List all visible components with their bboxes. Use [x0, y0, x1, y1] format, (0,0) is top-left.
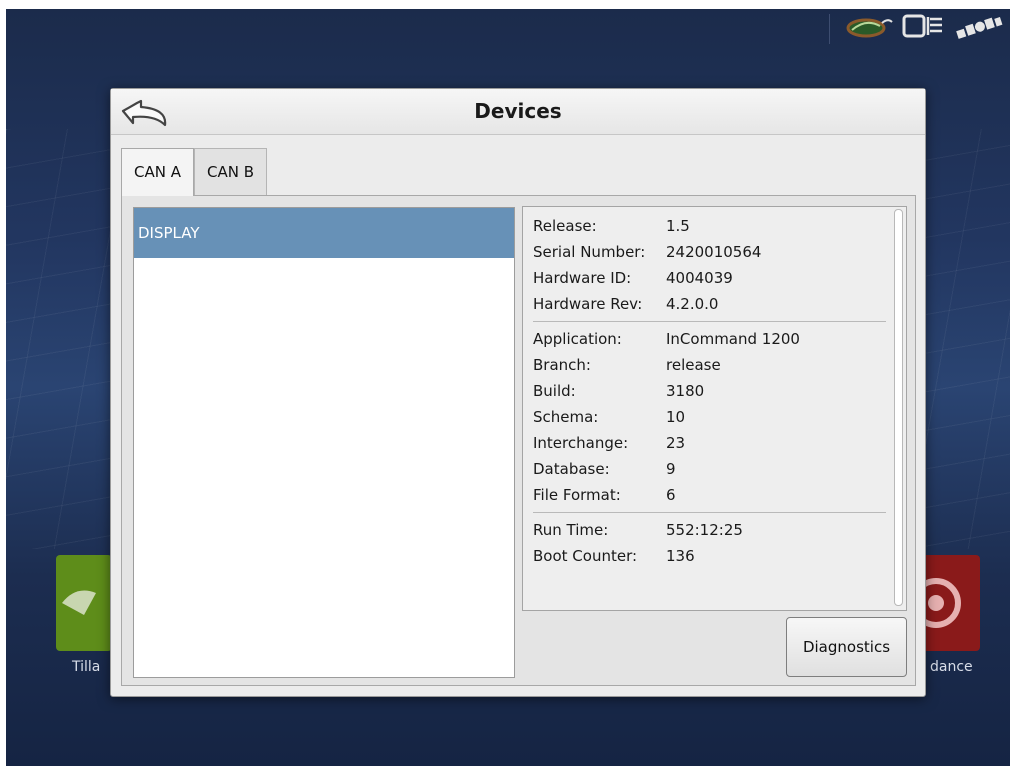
- file-format-label: File Format:: [533, 486, 621, 504]
- run-time-label: Run Time:: [533, 521, 609, 539]
- run-time-value: 552:12:25: [666, 521, 743, 539]
- release-row: Release: 1.5: [533, 213, 906, 239]
- database-value: 9: [666, 460, 676, 478]
- boot-counter-value: 136: [666, 547, 695, 565]
- schema-label: Schema:: [533, 408, 599, 426]
- tab-can-a[interactable]: CAN A: [121, 148, 194, 196]
- tillage-app-icon: [56, 555, 112, 651]
- database-row: Database: 9: [533, 456, 886, 482]
- serial-number-row: Serial Number: 2420010564: [533, 239, 906, 265]
- file-format-value: 6: [666, 486, 676, 504]
- serial-number-value: 2420010564: [666, 243, 762, 261]
- devices-dialog: Devices CAN A CAN B DISPLAY Release: 1.5…: [110, 88, 926, 697]
- software-info-section: Application: InCommand 1200 Branch: rele…: [533, 321, 886, 508]
- satellite-icon[interactable]: [954, 14, 1004, 44]
- info-scrollbar[interactable]: [894, 209, 903, 606]
- branch-value: release: [666, 356, 721, 374]
- can-tabs: CAN A CAN B: [121, 148, 268, 196]
- schema-value: 10: [666, 408, 686, 426]
- device-info-panel[interactable]: Release: 1.5 Serial Number: 2420010564 H…: [522, 206, 907, 611]
- schema-row: Schema: 10: [533, 404, 886, 430]
- build-row: Build: 3180: [533, 378, 886, 404]
- serial-number-label: Serial Number:: [533, 243, 646, 261]
- boot-counter-row: Boot Counter: 136: [533, 543, 886, 569]
- hardware-id-value: 4004039: [666, 269, 733, 287]
- interchange-label: Interchange:: [533, 434, 629, 452]
- application-value: InCommand 1200: [666, 330, 800, 348]
- guidance-app-label: dance: [930, 659, 973, 675]
- hardware-rev-value: 4.2.0.0: [666, 295, 719, 313]
- run-time-row: Run Time: 552:12:25: [533, 517, 886, 543]
- device-item-display[interactable]: DISPLAY: [134, 208, 514, 258]
- database-label: Database:: [533, 460, 610, 478]
- hardware-rev-label: Hardware Rev:: [533, 295, 643, 313]
- boot-counter-label: Boot Counter:: [533, 547, 638, 565]
- diagnostics-button[interactable]: Diagnostics: [786, 617, 907, 677]
- release-label: Release:: [533, 217, 597, 235]
- runtime-info-section: Run Time: 552:12:25 Boot Counter: 136: [533, 512, 886, 569]
- tab-can-b[interactable]: CAN B: [194, 148, 268, 196]
- hardware-id-label: Hardware ID:: [533, 269, 632, 287]
- tillage-app-label: Tilla: [72, 659, 101, 675]
- square-output-icon[interactable]: [902, 13, 946, 45]
- status-divider: [829, 14, 830, 44]
- build-value: 3180: [666, 382, 705, 400]
- device-list[interactable]: DISPLAY: [133, 207, 515, 678]
- interchange-row: Interchange: 23: [533, 430, 886, 456]
- hardware-rev-row: Hardware Rev: 4.2.0.0: [533, 291, 906, 317]
- status-bar: [829, 9, 1010, 49]
- dialog-header: Devices: [111, 89, 925, 135]
- file-format-row: File Format: 6: [533, 482, 886, 508]
- seed-leaf-icon[interactable]: [844, 14, 894, 44]
- dialog-title: Devices: [474, 99, 562, 123]
- build-label: Build:: [533, 382, 576, 400]
- release-value: 1.5: [666, 217, 690, 235]
- tab-panel: DISPLAY Release: 1.5 Serial Number: 2420…: [121, 195, 916, 686]
- interchange-value: 23: [666, 434, 686, 452]
- application-label: Application:: [533, 330, 622, 348]
- hardware-id-row: Hardware ID: 4004039: [533, 265, 906, 291]
- application-row: Application: InCommand 1200: [533, 326, 886, 352]
- branch-label: Branch:: [533, 356, 591, 374]
- branch-row: Branch: release: [533, 352, 886, 378]
- hardware-info-section: Release: 1.5 Serial Number: 2420010564 H…: [523, 207, 906, 317]
